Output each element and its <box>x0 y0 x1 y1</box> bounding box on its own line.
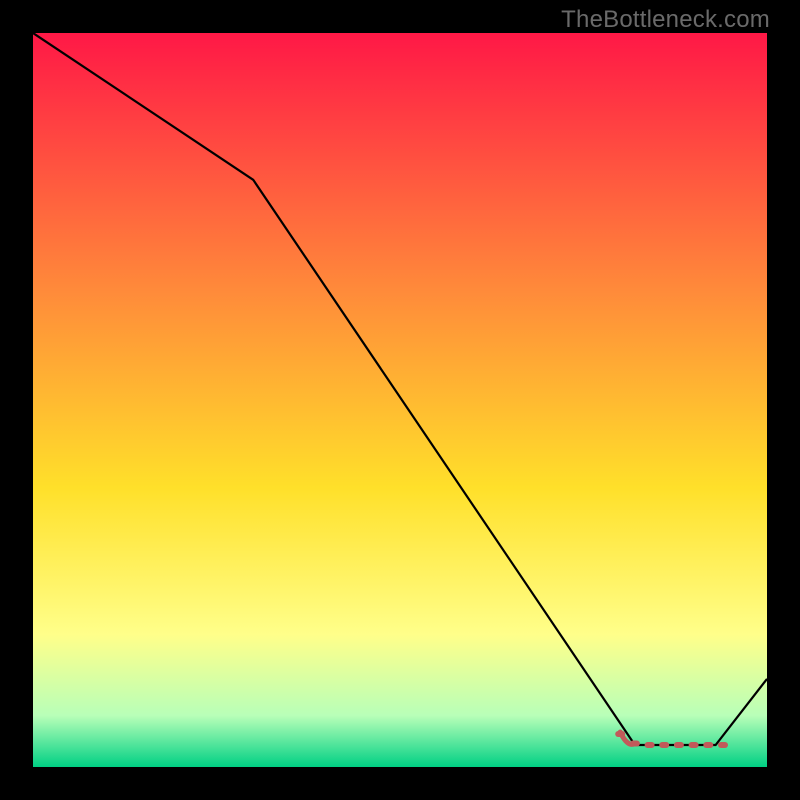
target-dot <box>659 742 669 748</box>
chart-stage: TheBottleneck.com <box>0 0 800 800</box>
target-dot <box>674 742 684 748</box>
target-dot <box>689 742 699 748</box>
watermark-text: TheBottleneck.com <box>561 6 770 34</box>
target-dot <box>703 742 713 748</box>
target-dot <box>615 731 625 737</box>
target-dot <box>630 741 640 747</box>
target-dot <box>645 742 655 748</box>
plot-area <box>33 33 767 767</box>
chart-svg <box>33 33 767 767</box>
gradient-background <box>33 33 767 767</box>
target-dot <box>718 742 728 748</box>
